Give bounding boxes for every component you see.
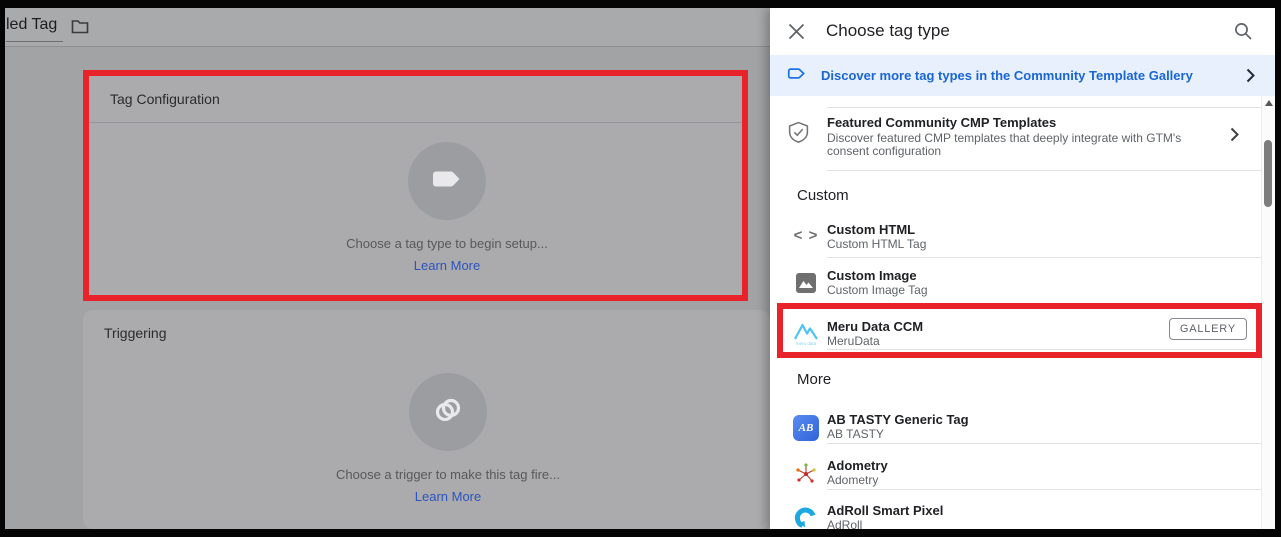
tag-setup-target[interactable] [408,142,486,220]
item-title: Adometry [827,458,888,473]
scrollbar-thumb[interactable] [1264,140,1272,207]
search-icon[interactable] [1234,22,1253,46]
screenshot-frame: led Tag Tag Configuration Choose a tag t… [0,0,1281,537]
item-subtitle: AdRoll [827,518,862,529]
tag-configuration-header: Tag Configuration [89,76,742,123]
image-icon [786,269,826,294]
code-icon: < > [786,223,826,244]
banner-text: Discover more tag types in the Community… [821,68,1193,83]
divider [827,349,1256,350]
tag-editor-header: led Tag [5,8,770,47]
panel-title: Choose tag type [826,21,950,41]
trigger-setup-target[interactable] [409,373,487,451]
trigger-learn-more-link[interactable]: Learn More [415,489,481,504]
tag-learn-more-link[interactable]: Learn More [414,258,480,273]
item-title: Custom Image [827,268,917,283]
adroll-logo [786,504,826,529]
item-subtitle: MeruData [827,334,880,348]
item-subtitle: Adometry [827,473,878,487]
item-title: Custom HTML [827,222,915,237]
tag-icon [429,161,465,202]
list-item-adroll[interactable]: AdRoll Smart Pixel AdRoll [770,495,1262,529]
gallery-badge: GALLERY [1169,318,1247,340]
item-title: AB TASTY Generic Tag [827,412,969,427]
tag-setup-hint: Choose a tag type to begin setup... Lear… [121,236,773,275]
divider [827,107,1263,108]
divider [827,489,1262,490]
item-title: Meru Data CCM [827,319,923,334]
close-icon[interactable] [788,23,805,45]
featured-description: Discover featured CMP templates that dee… [827,132,1222,158]
highlight-box-tag-configuration: Tag Configuration Choose a tag type to b… [83,70,748,301]
chevron-right-icon [1246,68,1255,88]
meru-data-logo: meru data [786,320,826,348]
ab-tasty-logo: AB [786,413,826,441]
app-window: led Tag Tag Configuration Choose a tag t… [5,8,1275,529]
choose-tag-type-panel: Choose tag type Discover more tag types … [770,8,1275,529]
list-item-custom-image[interactable]: Custom Image Custom Image Tag [770,260,1262,306]
list-item-custom-html[interactable]: < > Custom HTML Custom HTML Tag [770,214,1262,260]
panel-scrollbar[interactable] [1261,96,1275,529]
chevron-right-icon [1230,127,1239,147]
adometry-logo [786,459,826,485]
tag-outline-icon [787,63,808,89]
trigger-placeholder-text: Choose a trigger to make this tag fire..… [122,467,774,482]
svg-text:meru data: meru data [796,341,817,346]
tag-placeholder-text: Choose a tag type to begin setup... [121,236,773,251]
community-gallery-banner[interactable]: Discover more tag types in the Community… [770,55,1275,96]
shield-check-icon [787,121,810,149]
section-label-custom: Custom [797,187,849,204]
featured-title: Featured Community CMP Templates [827,115,1056,130]
divider [827,443,1262,444]
item-subtitle: Custom HTML Tag [827,237,926,251]
tag-name-field[interactable]: led Tag [6,16,63,42]
trigger-icon [430,392,466,433]
item-subtitle: AB TASTY [827,427,884,441]
folder-icon[interactable] [71,19,89,39]
tag-configuration-title: Tag Configuration [110,91,220,107]
scroll-up-arrow-icon[interactable] [1265,100,1273,106]
section-label-more: More [797,371,831,388]
item-subtitle: Custom Image Tag [827,283,928,297]
trigger-setup-hint: Choose a trigger to make this tag fire..… [122,467,774,506]
triggering-title: Triggering [104,325,167,341]
divider [827,170,1263,171]
list-item-meru-data-ccm[interactable]: meru data Meru Data CCM MeruData GALLERY [770,311,1262,357]
triggering-card: Triggering Choose a trigger to make this… [83,310,770,529]
item-title: AdRoll Smart Pixel [827,503,943,518]
divider [827,257,1262,258]
